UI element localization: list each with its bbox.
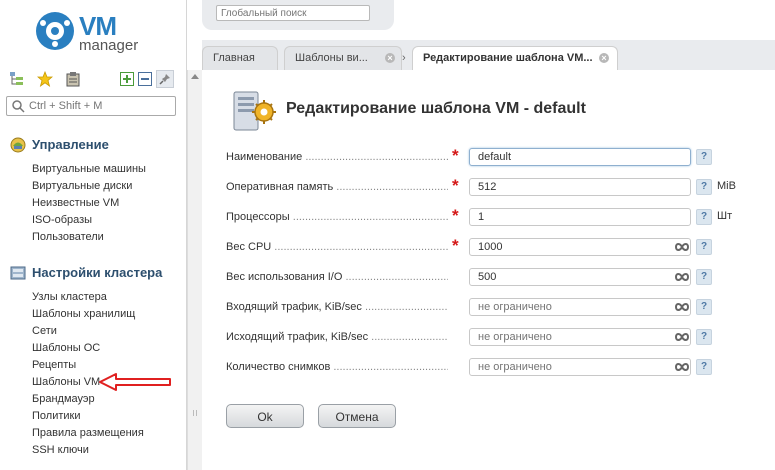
tab-vm-templates[interactable]: Шаблоны ви... × [284, 46, 402, 70]
global-search-bar [202, 0, 394, 30]
scroll-grip-icon[interactable] [193, 410, 197, 416]
help-icon[interactable]: ? [696, 299, 712, 315]
tab-label: Главная [213, 52, 255, 64]
field-label: Количество снимков [226, 361, 331, 373]
logo-product: manager [79, 37, 139, 54]
section-title: Управление [32, 137, 109, 152]
field-label: Оперативная память [226, 181, 334, 193]
page-title: Редактирование шаблона VM - default [286, 100, 586, 117]
scroll-up-icon[interactable] [191, 74, 199, 79]
help-icon[interactable]: ? [696, 269, 712, 285]
unit-label: MiB [717, 180, 736, 192]
sidebar-item-virtual-disks[interactable]: Виртуальные диски [32, 180, 132, 192]
sidebar-item-vm-templates[interactable]: Шаблоны VM [32, 376, 100, 388]
field-row-io-weight: Вес использования I/O ..................… [226, 268, 766, 288]
memory-field[interactable] [469, 178, 691, 196]
expand-all-icon[interactable] [118, 70, 136, 88]
sidebar-item-virtual-machines[interactable]: Виртуальные машины [32, 163, 146, 175]
collapse-all-icon[interactable] [136, 70, 154, 88]
tab-label: Редактирование шаблона VM... [423, 52, 593, 64]
help-icon[interactable]: ? [696, 149, 712, 165]
field-row-name: Наименование ...........................… [226, 146, 766, 168]
logo-mark-icon [36, 12, 74, 50]
unlimited-icon[interactable] [674, 330, 690, 344]
field-label: Вес использования I/O [226, 271, 343, 283]
field-row-cpu-weight: Вес CPU ................................… [226, 236, 766, 258]
tab-edit-vm-template[interactable]: Редактирование шаблона VM... × [412, 46, 618, 70]
field-row-outbound-traffic: Исходящий трафик, KiB/sec ..............… [226, 328, 766, 348]
section-title: Настройки кластера [32, 265, 163, 280]
unit-label: Шт [717, 210, 733, 222]
sidebar-item-policies[interactable]: Политики [32, 410, 81, 422]
chevron-right-icon: › [402, 52, 406, 64]
sidebar-search-input[interactable] [29, 99, 169, 113]
inbound-traffic-field[interactable] [469, 298, 691, 316]
field-label: Процессоры [226, 211, 290, 223]
sidebar-item-iso-images[interactable]: ISO-образы [32, 214, 92, 226]
cancel-button[interactable]: Отмена [318, 404, 396, 428]
help-icon[interactable]: ? [696, 209, 712, 225]
io-weight-field[interactable] [469, 268, 691, 286]
cpus-field[interactable] [469, 208, 691, 226]
sidebar-item-users[interactable]: Пользователи [32, 231, 104, 243]
required-marker: * [452, 236, 459, 255]
logo-brand: VM [79, 11, 117, 41]
sidebar-item-networks[interactable]: Сети [32, 325, 57, 337]
sidebar-item-firewall[interactable]: Брандмауэр [32, 393, 95, 405]
unlimited-icon[interactable] [674, 240, 690, 254]
sidebar-item-cluster-nodes[interactable]: Узлы кластера [32, 291, 107, 303]
field-label: Исходящий трафик, KiB/sec [226, 331, 369, 343]
required-marker: * [452, 146, 459, 165]
sidebar-item-recipes[interactable]: Рецепты [32, 359, 76, 371]
sidebar-search[interactable] [6, 96, 176, 116]
management-icon [10, 137, 26, 153]
field-row-inbound-traffic: Входящий трафик, KiB/sec ...............… [226, 298, 766, 318]
tab-home[interactable]: Главная [202, 46, 278, 70]
close-icon[interactable]: × [385, 53, 395, 63]
cluster-settings-icon [10, 266, 26, 280]
field-row-memory: Оперативная память .....................… [226, 176, 766, 198]
tab-bar: Главная Шаблоны ви... × › Редактирование… [202, 40, 775, 70]
sidebar-item-unknown-vm[interactable]: Неизвестные VM [32, 197, 119, 209]
close-icon[interactable]: × [599, 53, 609, 63]
cpu-weight-field[interactable] [469, 238, 691, 256]
field-row-snapshot-count: Количество снимков .....................… [226, 358, 766, 378]
unlimited-icon[interactable] [674, 300, 690, 314]
sidebar-item-placement-rules[interactable]: Правила размещения [32, 427, 144, 439]
unlimited-icon[interactable] [674, 360, 690, 374]
help-icon[interactable]: ? [696, 329, 712, 345]
help-icon[interactable]: ? [696, 239, 712, 255]
search-icon [12, 100, 25, 113]
field-row-cpus: Процессоры .............................… [226, 206, 766, 228]
outbound-traffic-field[interactable] [469, 328, 691, 346]
help-icon[interactable]: ? [696, 359, 712, 375]
field-label: Вес CPU [226, 241, 272, 253]
sidebar-item-storage-templates[interactable]: Шаблоны хранилищ [32, 308, 135, 320]
pin-icon[interactable] [156, 70, 174, 88]
tree-view-icon[interactable] [8, 70, 26, 88]
field-label: Наименование [226, 151, 303, 163]
annotation-arrow-icon [99, 373, 171, 391]
sidebar: VM manager Управление Виртуальные машины… [0, 0, 187, 470]
favorites-star-icon[interactable] [36, 70, 54, 88]
field-label: Входящий трафик, KiB/sec [226, 301, 362, 313]
sidebar-item-ssh-keys[interactable]: SSH ключи [32, 444, 89, 456]
required-marker: * [452, 206, 459, 225]
vmmanager-logo[interactable]: VM manager [36, 12, 156, 56]
clipboard-icon[interactable] [64, 70, 82, 88]
edit-form-panel: Редактирование шаблона VM - default Наим… [202, 70, 775, 470]
required-marker: * [452, 176, 459, 195]
ok-button[interactable]: Ok [226, 404, 304, 428]
name-field[interactable] [469, 148, 691, 166]
sidebar-toolbar [8, 70, 178, 90]
global-search-input[interactable] [216, 5, 370, 21]
sidebar-item-os-templates[interactable]: Шаблоны ОС [32, 342, 100, 354]
tab-label: Шаблоны ви... [295, 52, 368, 64]
snapshot-count-field[interactable] [469, 358, 691, 376]
unlimited-icon[interactable] [674, 270, 690, 284]
help-icon[interactable]: ? [696, 179, 712, 195]
server-settings-icon [233, 91, 276, 131]
sidebar-scrollbar[interactable] [187, 70, 202, 470]
